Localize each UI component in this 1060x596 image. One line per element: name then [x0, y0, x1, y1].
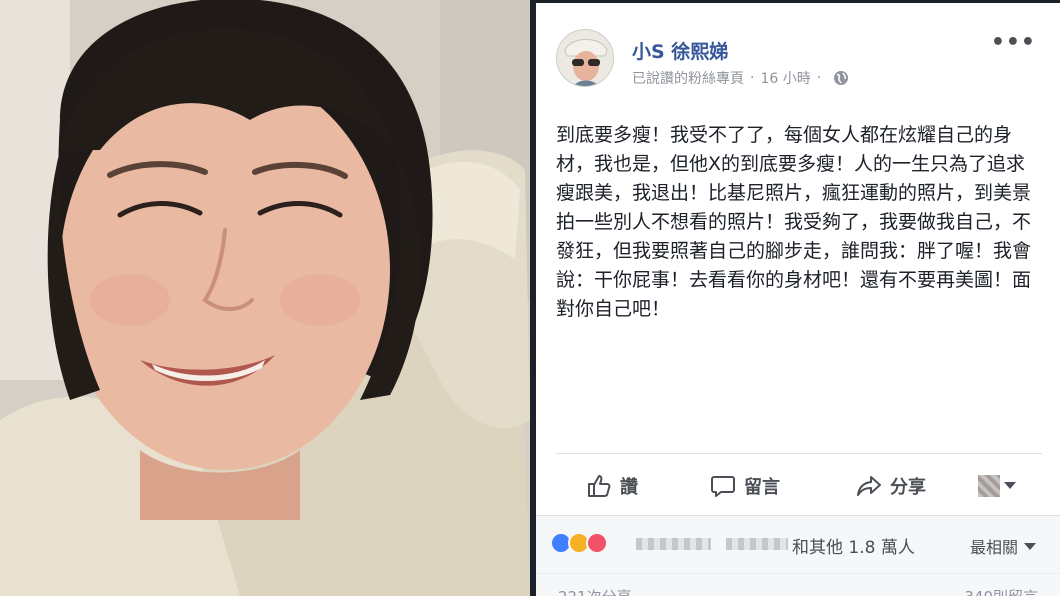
comment-button[interactable]: 留言 [710, 473, 780, 499]
blurred-reactor-name [726, 538, 788, 550]
page-name-link[interactable]: 小S 徐熙娣 [632, 37, 728, 64]
globe-icon [833, 70, 849, 86]
love-reaction-icon [586, 532, 608, 554]
post-time[interactable]: 16 小時 [760, 68, 810, 88]
reactions-bar: 和其他 1.8 萬人 最相關 [536, 515, 1060, 573]
post-stats: 221次分享 340則留言 [536, 573, 1060, 596]
comment-icon [711, 475, 735, 497]
more-options-icon[interactable]: ••• [991, 32, 1036, 54]
chevron-down-icon [1004, 482, 1016, 489]
share-label: 分享 [890, 476, 926, 498]
post-photo[interactable] [0, 0, 530, 596]
blurred-avatar [978, 474, 1000, 497]
meta-separator: · [816, 70, 822, 86]
comment-count[interactable]: 340則留言 [964, 586, 1038, 596]
reactors-summary[interactable]: 和其他 1.8 萬人 [792, 533, 915, 558]
share-icon [857, 475, 881, 496]
share-count[interactable]: 221次分享 [558, 586, 632, 596]
reaction-icons[interactable] [550, 532, 608, 554]
page-avatar[interactable] [556, 29, 614, 87]
like-label: 讚 [620, 476, 638, 498]
comment-label: 留言 [744, 476, 780, 498]
comment-sort-dropdown[interactable]: 最相關 [970, 534, 1036, 558]
chevron-down-icon [1024, 542, 1036, 550]
share-button[interactable]: 分享 [856, 473, 926, 499]
post-action-bar: 讚 留言 分享 [556, 453, 1042, 517]
page-type-label[interactable]: 已說讚的粉絲專頁 [632, 68, 744, 88]
post-body: 到底要多瘦！我受不了了，每個女人都在炫耀自己的身材，我也是，但他X的到底要多瘦！… [556, 124, 1032, 320]
meta-separator: · [750, 70, 755, 86]
post-meta: 已說讚的粉絲專頁 · 16 小時 · [632, 68, 849, 88]
post-as-selector[interactable] [978, 474, 1016, 497]
sort-label: 最相關 [969, 538, 1018, 557]
like-button[interactable]: 讚 [586, 473, 638, 499]
like-icon [588, 474, 611, 497]
post-panel: 小S 徐熙娣 已說讚的粉絲專頁 · 16 小時 · ••• 到底要多瘦！我受不了… [536, 0, 1060, 596]
blurred-reactor-name [636, 538, 711, 550]
